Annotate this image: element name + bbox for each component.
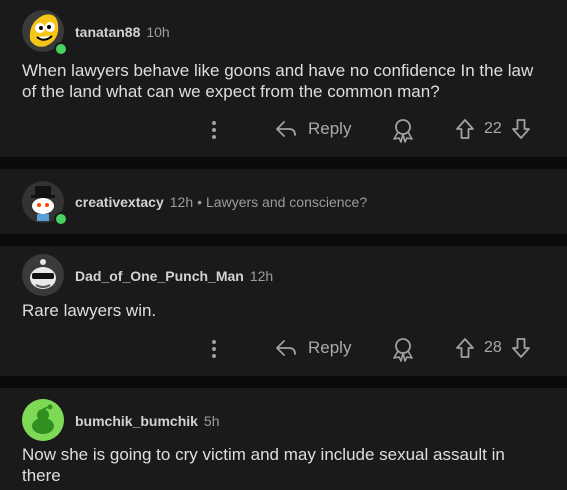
comment-meta: bumchik_bumchik 5h bbox=[75, 413, 220, 429]
reply-arrow-icon bbox=[276, 340, 296, 356]
comment-body: Now she is going to cry victim and may i… bbox=[22, 445, 505, 485]
timestamp: 12h bbox=[249, 268, 274, 284]
divider bbox=[0, 234, 567, 246]
reply-button[interactable]: Reply bbox=[274, 336, 351, 360]
online-status-dot bbox=[54, 42, 68, 56]
upvote-icon[interactable] bbox=[454, 117, 476, 141]
comment-body: Rare lawyers win. bbox=[22, 301, 157, 320]
upvote-icon[interactable] bbox=[454, 336, 476, 360]
username[interactable]: Dad_of_One_Punch_Man bbox=[75, 268, 244, 284]
username[interactable]: tanatan88 bbox=[75, 24, 140, 40]
timestamp: 12h bbox=[169, 194, 194, 210]
downvote-icon[interactable] bbox=[510, 336, 532, 360]
comment-card: Dad_of_One_Punch_Man 12h Rare lawyers win… bbox=[0, 246, 567, 376]
reply-label: Reply bbox=[308, 338, 352, 357]
more-vertical-icon bbox=[212, 121, 216, 139]
separator-dot: • bbox=[197, 194, 203, 210]
reply-button[interactable]: Reply bbox=[274, 117, 351, 141]
vote-controls: 28 bbox=[454, 336, 532, 360]
vote-score: 22 bbox=[484, 120, 502, 137]
vote-score: 28 bbox=[484, 339, 502, 356]
username[interactable]: bumchik_bumchik bbox=[75, 413, 198, 429]
reply-arrow-icon bbox=[276, 121, 296, 137]
comment-actions: Reply 22 bbox=[0, 114, 567, 146]
snoo-sunglasses-avatar-icon[interactable] bbox=[22, 254, 64, 296]
reply-label: Reply bbox=[308, 119, 352, 138]
divider bbox=[0, 376, 567, 388]
collapsed-snippet: Lawyers and conscience? bbox=[206, 194, 368, 210]
comment-meta: creativextacy 12h • Lawyers and conscience? bbox=[75, 194, 367, 210]
comment-card: bumchik_bumchik 5h Now she is going to cr… bbox=[0, 388, 567, 490]
vote-controls: 22 bbox=[454, 117, 532, 141]
award-button[interactable] bbox=[391, 336, 415, 362]
online-status-dot bbox=[54, 212, 68, 226]
divider bbox=[0, 157, 567, 169]
more-vertical-icon bbox=[212, 340, 216, 358]
comment-actions: Reply 28 bbox=[0, 333, 567, 365]
timestamp: 10h bbox=[146, 24, 170, 40]
comment-meta: tanatan88 10h bbox=[75, 24, 170, 40]
award-icon bbox=[393, 119, 413, 143]
username[interactable]: creativextacy bbox=[75, 194, 164, 210]
comment-body: When lawyers behave like goons and have … bbox=[22, 61, 534, 101]
more-options-button[interactable] bbox=[205, 118, 223, 142]
timestamp: 5h bbox=[203, 413, 220, 429]
collapsed-comment-card[interactable]: creativextacy 12h • Lawyers and conscience? bbox=[0, 169, 567, 234]
more-options-button[interactable] bbox=[205, 337, 223, 361]
award-button[interactable] bbox=[391, 117, 415, 143]
comment-meta: Dad_of_One_Punch_Man 12h bbox=[75, 268, 273, 284]
downvote-icon[interactable] bbox=[510, 117, 532, 141]
green-snoo-avatar-icon[interactable] bbox=[22, 399, 64, 441]
comment-card: tanatan88 10h When lawyers behave like go… bbox=[0, 0, 567, 157]
award-icon bbox=[393, 338, 413, 362]
